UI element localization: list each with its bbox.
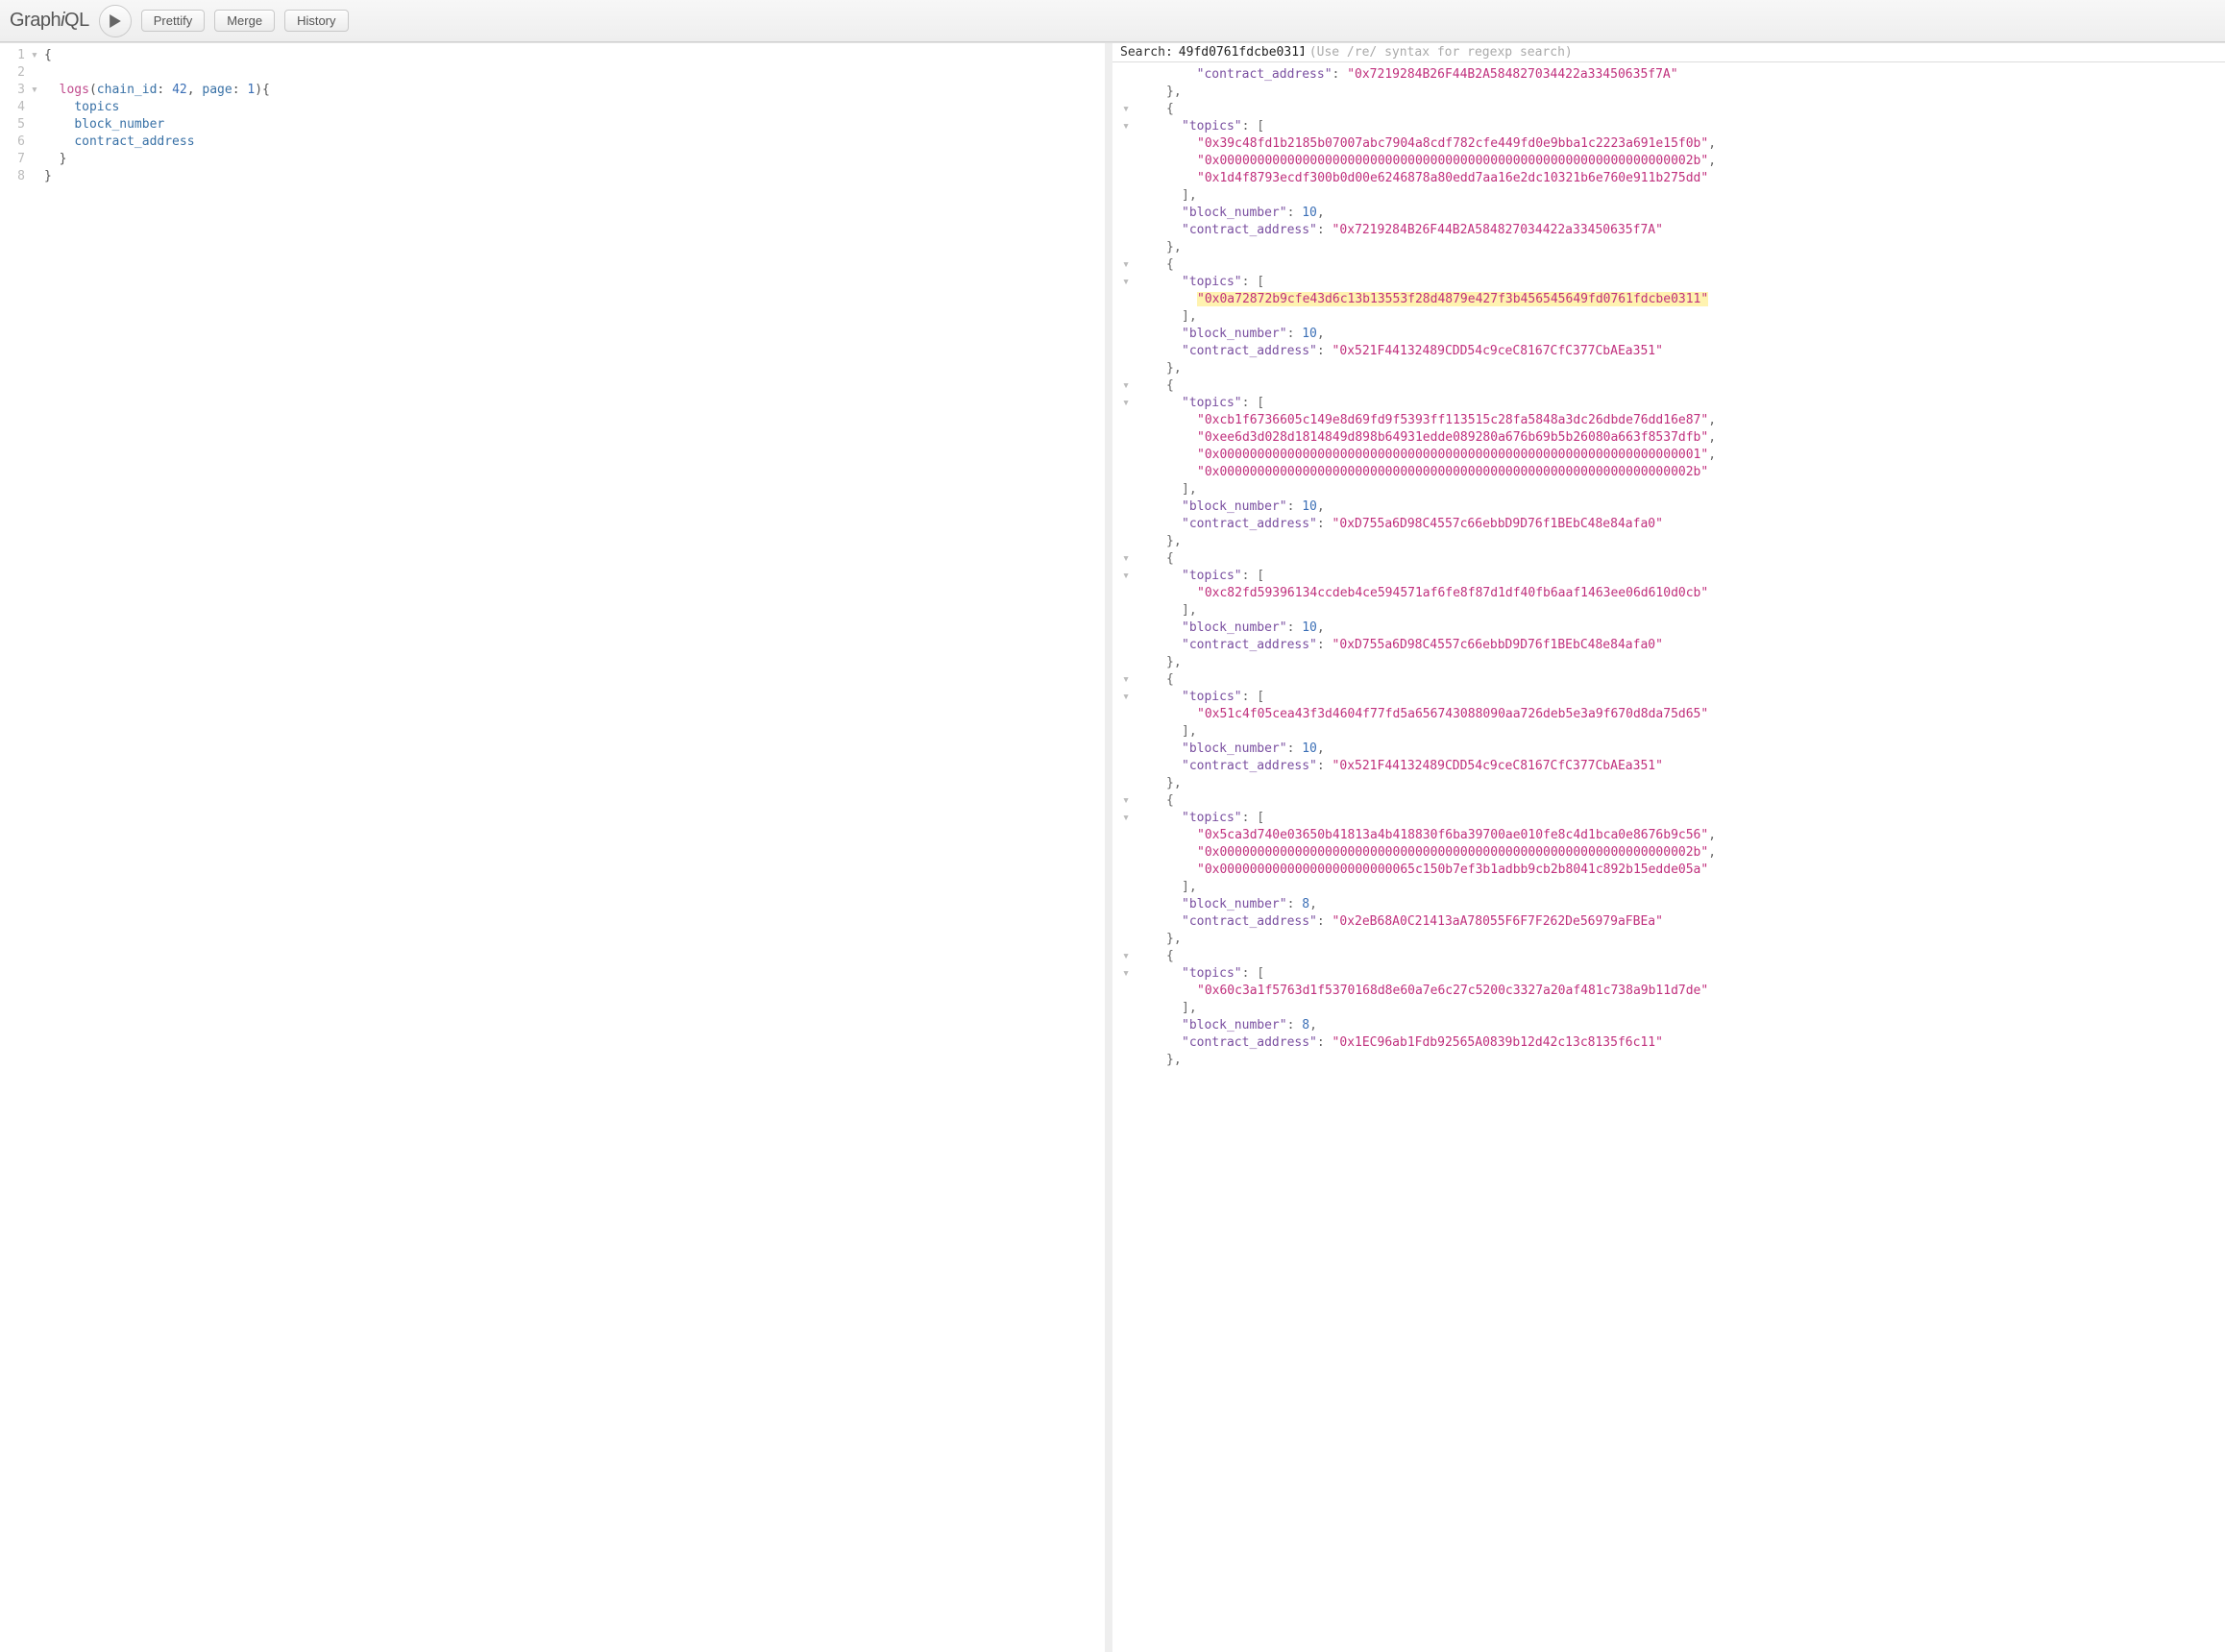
result-line: ▾{ [1120,101,2225,118]
result-line: "contract_address": "0xD755a6D98C4557c66… [1120,637,2225,654]
result-line: ], [1120,602,2225,620]
result-line: "block_number": 10, [1120,326,2225,343]
result-line: }, [1120,775,2225,792]
result-line: "contract_address": "0x1EC96ab1Fdb92565A… [1120,1034,2225,1052]
query-line[interactable]: 2 [4,64,1105,82]
logo: GraphiQL [10,10,89,32]
fold-toggle[interactable]: ▾ [1120,377,1132,395]
result-line: "block_number": 10, [1120,498,2225,516]
result-line: "block_number": 10, [1120,620,2225,637]
result-line: ▾{ [1120,948,2225,965]
run-button[interactable] [99,5,132,37]
result-line: ▾{ [1120,792,2225,810]
result-line: ], [1120,723,2225,741]
result-line: "contract_address": "0x521F44132489CDD54… [1120,343,2225,360]
result-pane-wrap: Search: (Use /re/ syntax for regexp sear… [1112,43,2225,1652]
result-line: }, [1120,931,2225,948]
result-viewer[interactable]: "contract_address": "0x7219284B26F44B2A5… [1112,62,2225,1652]
result-line: "0x0000000000000000000000000000000000000… [1120,464,2225,481]
result-line: "block_number": 10, [1120,205,2225,222]
result-line: ▾{ [1120,377,2225,395]
fold-toggle[interactable]: ▾ [1120,550,1132,568]
play-icon [109,14,122,28]
result-line: ▾"topics": [ [1120,274,2225,291]
result-line: ▾{ [1120,550,2225,568]
result-line: "block_number": 8, [1120,1017,2225,1034]
result-line: "0x39c48fd1b2185b07007abc7904a8cdf782cfe… [1120,135,2225,153]
result-line: ], [1120,187,2225,205]
search-bar: Search: (Use /re/ syntax for regexp sear… [1112,43,2225,62]
result-line: "contract_address": "0xD755a6D98C4557c66… [1120,516,2225,533]
result-line: ], [1120,879,2225,896]
result-line: }, [1120,239,2225,256]
query-line[interactable]: 3▾ logs(chain_id: 42, page: 1){ [4,82,1105,99]
result-line: "0x51c4f05cea43f3d4604f77fd5a65674308809… [1120,706,2225,723]
search-input[interactable] [1179,45,1304,60]
query-line[interactable]: 6 contract_address [4,134,1105,151]
result-line: ▾{ [1120,671,2225,689]
result-line: ▾"topics": [ [1120,568,2225,585]
query-editor[interactable]: 1▾{23▾ logs(chain_id: 42, page: 1){4 top… [0,43,1112,1652]
result-line: "0x0000000000000000000000000000000000000… [1120,844,2225,862]
result-line: ], [1120,481,2225,498]
fold-toggle[interactable]: ▾ [1120,395,1132,412]
fold-toggle[interactable]: ▾ [1120,792,1132,810]
prettify-button[interactable]: Prettify [141,10,205,32]
fold-toggle[interactable]: ▾ [1120,810,1132,827]
result-line: "block_number": 10, [1120,741,2225,758]
result-line: "0xcb1f6736605c149e8d69fd9f5393ff113515c… [1120,412,2225,429]
result-line: ▾"topics": [ [1120,118,2225,135]
result-line: }, [1120,533,2225,550]
fold-toggle[interactable]: ▾ [1120,671,1132,689]
result-line: ▾{ [1120,256,2225,274]
fold-toggle[interactable]: ▾ [1120,118,1132,135]
fold-toggle[interactable]: ▾ [1120,948,1132,965]
result-line: ▾"topics": [ [1120,689,2225,706]
result-line: "0x00000000000000000000000065c150b7ef3b1… [1120,862,2225,879]
history-button[interactable]: History [284,10,348,32]
fold-toggle[interactable]: ▾ [1120,689,1132,706]
result-line: }, [1120,360,2225,377]
query-line[interactable]: 1▾{ [4,47,1105,64]
result-line: "0x0a72872b9cfe43d6c13b13553f28d4879e427… [1120,291,2225,308]
toolbar: GraphiQL Prettify Merge History [0,0,2225,42]
result-line: ], [1120,308,2225,326]
result-line: "block_number": 8, [1120,896,2225,913]
result-line: "0x0000000000000000000000000000000000000… [1120,153,2225,170]
result-line: ▾"topics": [ [1120,810,2225,827]
result-line: "contract_address": "0x7219284B26F44B2A5… [1120,66,2225,84]
result-line: ▾"topics": [ [1120,395,2225,412]
fold-toggle[interactable]: ▾ [1120,101,1132,118]
result-line: "contract_address": "0x7219284B26F44B2A5… [1120,222,2225,239]
result-line: "contract_address": "0x2eB68A0C21413aA78… [1120,913,2225,931]
result-line: "0x1d4f8793ecdf300b0d00e6246878a80edd7aa… [1120,170,2225,187]
result-line: "0x0000000000000000000000000000000000000… [1120,447,2225,464]
result-line: "0x60c3a1f5763d1f5370168d8e60a7e6c27c520… [1120,983,2225,1000]
result-line: "0x5ca3d740e03650b41813a4b418830f6ba3970… [1120,827,2225,844]
query-line[interactable]: 4 topics [4,99,1105,116]
query-line[interactable]: 8} [4,168,1105,185]
result-line: }, [1120,84,2225,101]
main: 1▾{23▾ logs(chain_id: 42, page: 1){4 top… [0,42,2225,1652]
query-line[interactable]: 5 block_number [4,116,1105,134]
result-line: "contract_address": "0x521F44132489CDD54… [1120,758,2225,775]
merge-button[interactable]: Merge [214,10,275,32]
fold-toggle[interactable]: ▾ [1120,568,1132,585]
result-line: ▾"topics": [ [1120,965,2225,983]
result-line: }, [1120,1052,2225,1069]
result-line: "0xee6d3d028d1814849d898b64931edde089280… [1120,429,2225,447]
search-hint: (Use /re/ syntax for regexp search) [1309,45,1573,60]
result-line: ], [1120,1000,2225,1017]
result-line: }, [1120,654,2225,671]
fold-toggle[interactable]: ▾ [1120,256,1132,274]
fold-toggle[interactable]: ▾ [1120,965,1132,983]
search-label: Search: [1120,45,1173,60]
result-line: "0xc82fd59396134ccdeb4ce594571af6fe8f87d… [1120,585,2225,602]
query-line[interactable]: 7 } [4,151,1105,168]
fold-toggle[interactable]: ▾ [1120,274,1132,291]
